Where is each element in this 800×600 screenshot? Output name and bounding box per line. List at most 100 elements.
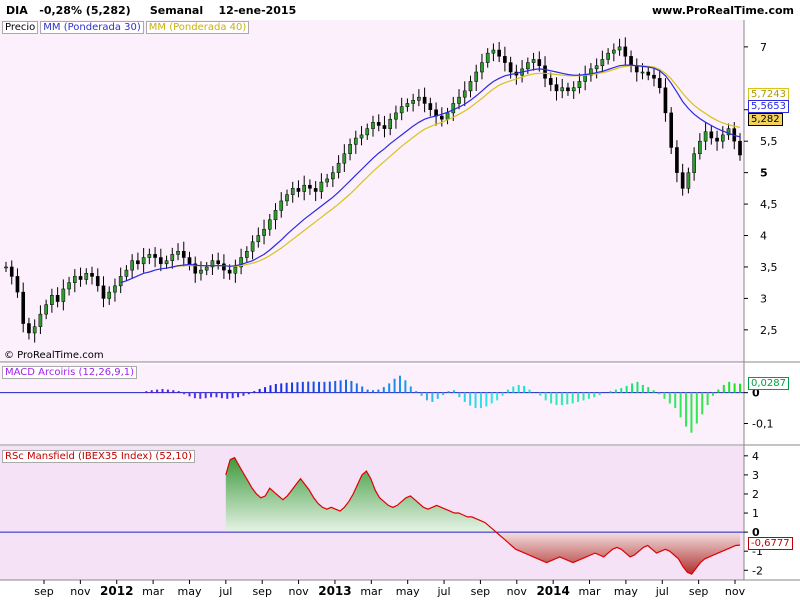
- candle: [554, 84, 559, 92]
- candle: [262, 228, 266, 236]
- candle: [9, 266, 14, 277]
- rsc-y-tick-label: -2: [752, 564, 763, 577]
- x-tick-label: jul: [437, 585, 451, 598]
- candle: [485, 52, 490, 63]
- price-y-tick-label: 2,5: [760, 324, 778, 337]
- candle: [176, 250, 180, 255]
- candle: [38, 313, 43, 327]
- candle: [84, 273, 89, 280]
- candle: [32, 326, 37, 334]
- candle: [124, 269, 129, 277]
- candle: [290, 188, 295, 195]
- x-tick-label: nov: [288, 585, 309, 598]
- candle: [61, 288, 66, 302]
- x-tick-label: may: [177, 585, 201, 598]
- candle: [376, 122, 381, 126]
- x-tick-label: mar: [142, 585, 164, 598]
- candle: [394, 112, 398, 120]
- x-tick-label: nov: [725, 585, 746, 598]
- legend-ma30[interactable]: MM (Ponderada 30): [40, 21, 144, 34]
- x-tick-label: 2012: [100, 584, 133, 598]
- x-tick-label: nov: [507, 585, 528, 598]
- candle: [336, 162, 341, 173]
- x-tick-label: mar: [579, 585, 601, 598]
- candle: [680, 172, 685, 189]
- rsc-y-tick-label: 1: [752, 507, 759, 520]
- candle: [612, 49, 616, 54]
- candle: [474, 71, 479, 82]
- candle: [245, 250, 249, 258]
- candle: [302, 184, 307, 192]
- candle: [285, 194, 289, 202]
- price-y-tick-label: 4: [760, 230, 767, 243]
- candle: [170, 254, 175, 261]
- rsc-y-tick-label: 2: [752, 488, 759, 501]
- candle: [233, 266, 238, 274]
- candle: [187, 257, 192, 265]
- candle: [634, 65, 639, 73]
- candle: [703, 131, 708, 142]
- rsc-y-tick-label: 3: [752, 469, 759, 482]
- candle: [503, 56, 507, 63]
- x-tick-label: jul: [218, 585, 232, 598]
- candle: [78, 276, 83, 280]
- x-tick-label: sep: [689, 585, 708, 598]
- price-value-box: 5,282: [748, 113, 783, 126]
- candle: [531, 59, 536, 63]
- legend-price[interactable]: Precio: [2, 21, 39, 34]
- candle: [256, 235, 261, 243]
- price-y-tick-label: 4,5: [760, 198, 778, 211]
- candle: [640, 71, 645, 74]
- candle: [15, 276, 20, 293]
- candle: [279, 200, 284, 211]
- rsc-y-tick-label: 4: [752, 450, 759, 463]
- legend-rsc[interactable]: RSc Mansfield (IBEX35 Index) (52,10): [2, 450, 195, 463]
- candle: [606, 52, 610, 60]
- price-y-tick-label: 5: [760, 167, 768, 180]
- candle: [147, 254, 152, 258]
- x-tick-label: 2014: [536, 584, 569, 598]
- candle: [497, 49, 501, 57]
- candle: [405, 103, 410, 107]
- candle: [709, 131, 714, 139]
- candle: [583, 74, 587, 82]
- candle: [422, 96, 427, 104]
- candle: [657, 78, 662, 88]
- candle: [417, 96, 421, 101]
- candle: [227, 269, 232, 274]
- candle: [548, 78, 553, 85]
- price-y-tick-label: 7: [760, 41, 767, 54]
- candle: [348, 144, 352, 155]
- candle: [308, 184, 312, 189]
- candle: [686, 172, 691, 189]
- x-tick-label: may: [396, 585, 420, 598]
- candle: [67, 282, 71, 290]
- candle: [411, 100, 415, 104]
- candle: [692, 153, 696, 173]
- candle: [382, 125, 387, 129]
- candle: [222, 263, 226, 271]
- candle: [698, 140, 702, 155]
- legend-macd[interactable]: MACD Arcoiris (12,26,9,1): [2, 366, 138, 379]
- candle: [738, 140, 742, 156]
- legend-ma40[interactable]: MM (Ponderada 40): [145, 21, 250, 34]
- price-panel-bg: [0, 20, 744, 362]
- candle: [623, 46, 628, 57]
- candle: [566, 87, 570, 92]
- candle: [55, 295, 60, 302]
- candle: [331, 172, 335, 180]
- price-y-tick-label: 5,5: [760, 135, 778, 148]
- candle: [462, 90, 467, 98]
- candle: [130, 260, 134, 271]
- x-tick-label: sep: [471, 585, 490, 598]
- x-tick-label: nov: [70, 585, 91, 598]
- candle: [594, 65, 599, 70]
- candle: [617, 46, 622, 51]
- price-y-tick-label: 3: [760, 292, 767, 305]
- x-tick-label: mar: [360, 585, 382, 598]
- candle: [600, 59, 605, 66]
- candle: [159, 257, 163, 265]
- candle: [629, 56, 633, 66]
- candle: [50, 295, 54, 305]
- candle: [153, 254, 157, 258]
